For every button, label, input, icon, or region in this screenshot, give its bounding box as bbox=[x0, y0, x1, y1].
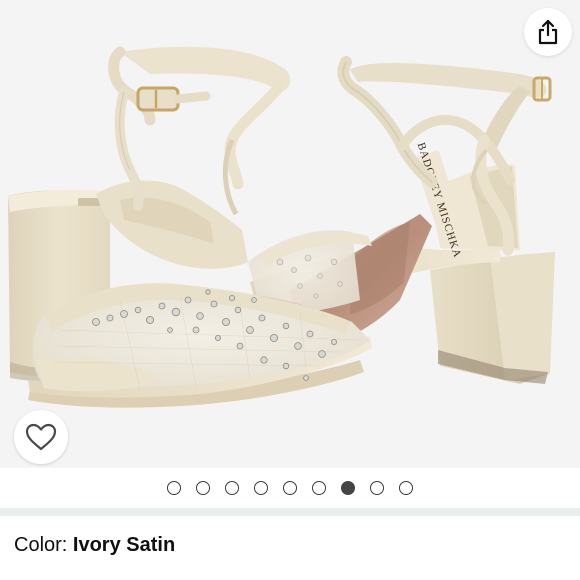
pagination-dot-3[interactable] bbox=[225, 481, 239, 495]
pagination-dot-active[interactable] bbox=[341, 481, 355, 495]
pagination-dot-2[interactable] bbox=[196, 481, 210, 495]
pagination-dot-1[interactable] bbox=[167, 481, 181, 495]
pagination-dot-9[interactable] bbox=[399, 481, 413, 495]
pagination-dot-4[interactable] bbox=[254, 481, 268, 495]
section-divider bbox=[0, 508, 580, 516]
product-image-gallery[interactable]: BADGLEY MISCHKA bbox=[0, 0, 580, 468]
image-pagination-dots bbox=[0, 468, 580, 508]
color-value: Ivory Satin bbox=[72, 534, 176, 556]
pagination-dot-5[interactable] bbox=[283, 481, 297, 495]
color-label: Color: bbox=[14, 534, 73, 556]
share-button[interactable] bbox=[524, 8, 572, 56]
pagination-dot-8[interactable] bbox=[370, 481, 384, 495]
heart-outline-icon bbox=[25, 423, 57, 451]
add-to-wishlist-button[interactable] bbox=[14, 410, 68, 464]
product-image[interactable]: BADGLEY MISCHKA bbox=[0, 0, 580, 468]
share-icon bbox=[538, 19, 558, 45]
product-detail-page: BADGLEY MISCHKA Color: Ivory Satin bbox=[0, 0, 580, 580]
pagination-dot-6[interactable] bbox=[312, 481, 326, 495]
color-selection: Color: Ivory Satin bbox=[14, 534, 175, 557]
